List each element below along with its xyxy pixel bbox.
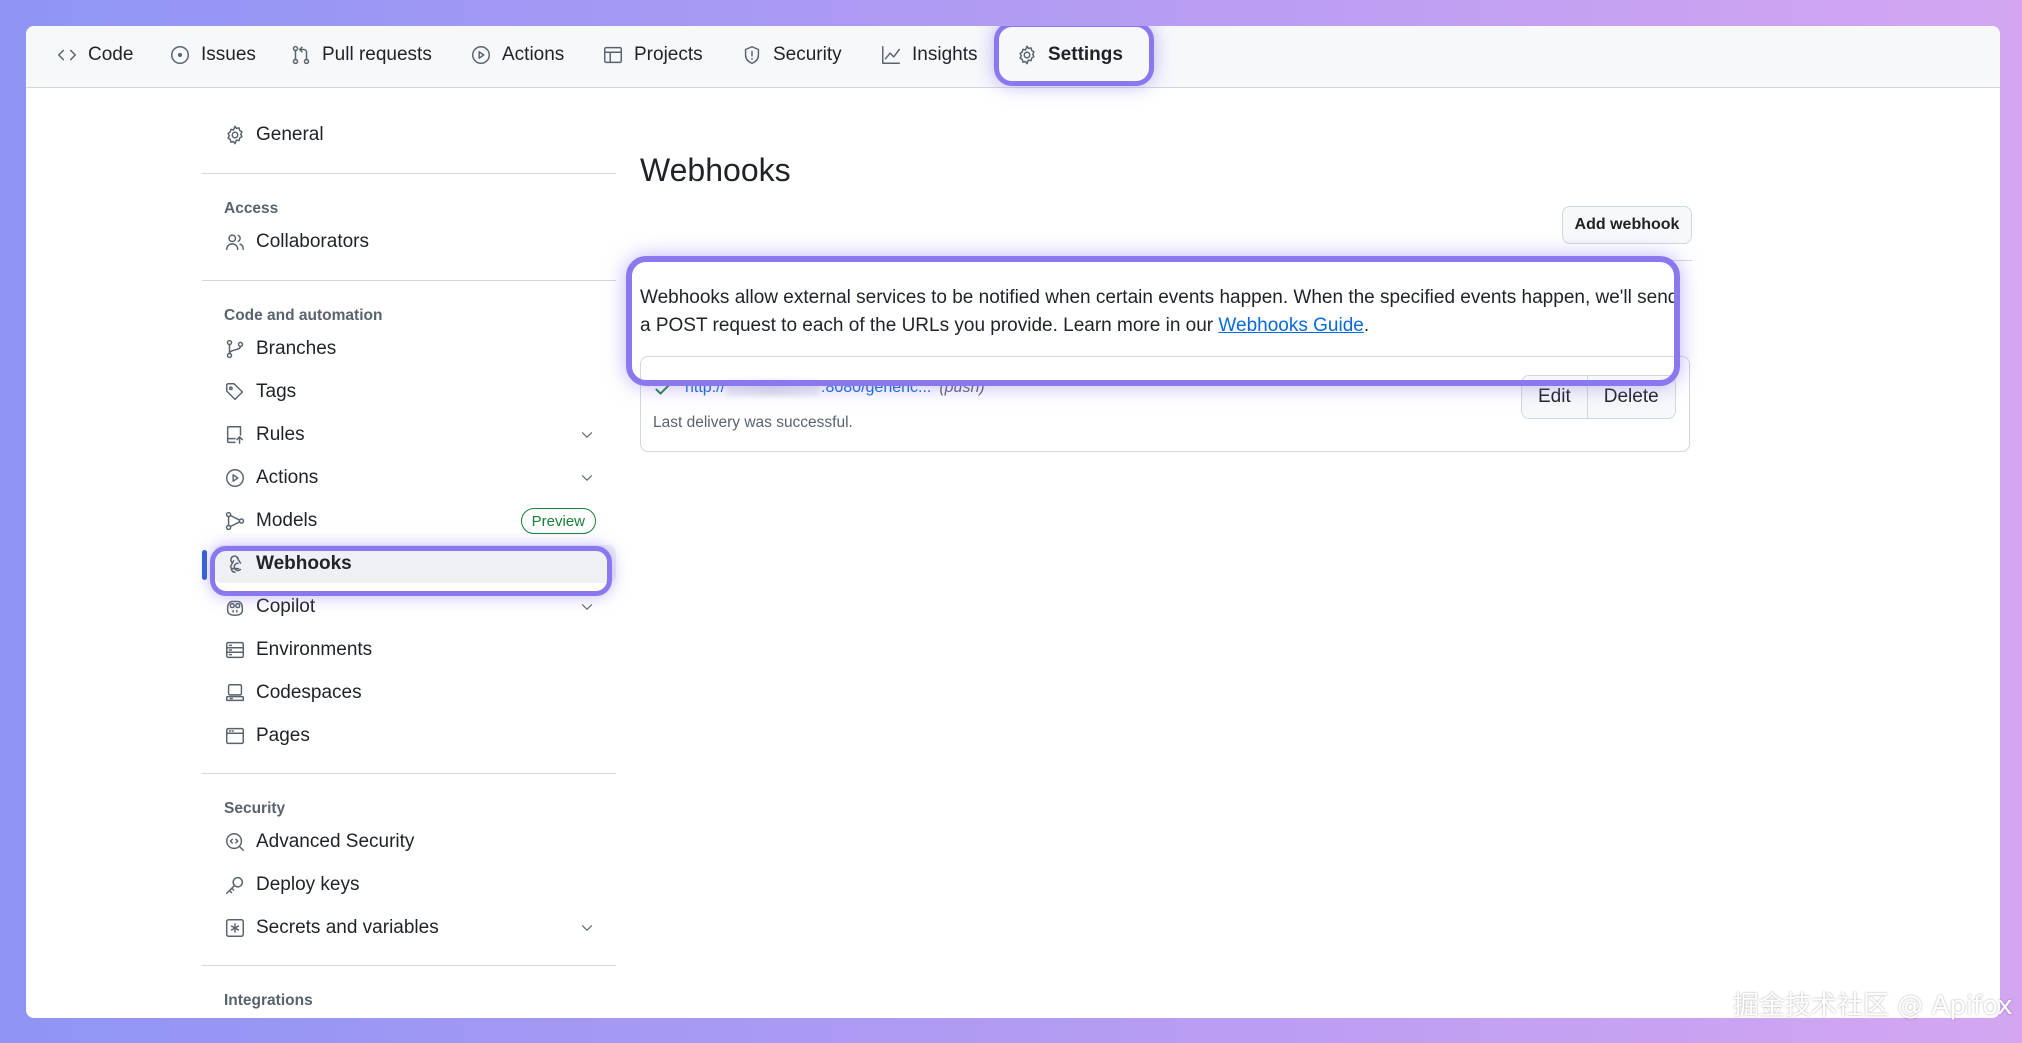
- shield-icon: [744, 46, 760, 64]
- sidebar-item-label: Codespaces: [256, 682, 362, 703]
- repo-push-icon: [226, 426, 244, 444]
- sidebar-item-label: General: [256, 124, 324, 145]
- code-scan-icon: [226, 833, 244, 851]
- webhook-status: Last delivery was successful.: [653, 414, 853, 431]
- sidebar-item-label: Actions: [256, 467, 319, 488]
- sidebar-item-branches[interactable]: Branches: [202, 330, 616, 368]
- tab-pull-requests[interactable]: Pull requests: [290, 40, 432, 70]
- settings-tab-highlight: [994, 26, 1154, 86]
- table-icon: [604, 46, 622, 64]
- chevron-down-icon[interactable]: [578, 469, 596, 487]
- play-icon: [472, 46, 490, 64]
- sidebar-item-pages[interactable]: Pages: [202, 717, 616, 755]
- sidebar-item-environments[interactable]: Environments: [202, 631, 616, 669]
- sidebar-item-codespaces[interactable]: Codespaces: [202, 674, 616, 712]
- issue-icon: [171, 46, 189, 64]
- section-heading-code-automation: Code and automation: [224, 307, 383, 324]
- graph-icon: [882, 46, 900, 64]
- tab-issues[interactable]: Issues: [169, 40, 256, 70]
- preview-badge: Preview: [520, 508, 596, 534]
- browser-window: Code Issues Pull requests Actions Projec…: [26, 26, 2000, 1018]
- sidebar-item-models[interactable]: Models Preview: [202, 502, 616, 540]
- tab-code[interactable]: Code: [56, 40, 133, 70]
- branch-icon: [226, 339, 244, 359]
- sidebar-item-advanced-security[interactable]: Advanced Security: [202, 823, 616, 861]
- repo-nav: Code Issues Pull requests Actions Projec…: [26, 26, 2000, 88]
- divider: [202, 965, 616, 966]
- sidebar-item-collaborators[interactable]: Collaborators: [202, 223, 616, 261]
- chevron-down-icon[interactable]: [578, 598, 596, 616]
- tab-label: Security: [773, 44, 842, 65]
- sidebar-item-deploy-keys[interactable]: Deploy keys: [202, 866, 616, 904]
- tab-label: Pull requests: [322, 44, 432, 65]
- page-title: Webhooks: [640, 152, 791, 188]
- divider: [202, 280, 616, 281]
- sidebar-item-label: Branches: [256, 338, 337, 359]
- key-icon: [226, 876, 244, 894]
- code-icon: [58, 49, 76, 61]
- copilot-icon: [226, 600, 244, 616]
- sidebar-item-label: Collaborators: [256, 231, 369, 252]
- webhook-card-highlight: [626, 256, 1680, 386]
- sidebar-item-label: Copilot: [256, 596, 316, 617]
- tab-projects[interactable]: Projects: [602, 40, 703, 70]
- section-heading-access: Access: [224, 200, 279, 217]
- selected-indicator: [202, 550, 207, 580]
- sidebar-item-label: Pages: [256, 725, 310, 746]
- sidebar-item-label: Secrets and variables: [256, 917, 439, 938]
- sidebar-item-secrets[interactable]: Secrets and variables: [202, 909, 616, 947]
- add-webhook-button[interactable]: Add webhook: [1562, 206, 1692, 244]
- codespaces-icon: [226, 684, 244, 702]
- tab-label: Actions: [502, 44, 565, 65]
- tab-label: Projects: [634, 44, 703, 65]
- browser-icon: [226, 727, 244, 745]
- models-icon: [225, 511, 245, 531]
- chevron-down-icon[interactable]: [578, 919, 596, 937]
- section-heading-security: Security: [224, 800, 286, 817]
- chevron-down-icon[interactable]: [578, 426, 596, 444]
- sidebar-item-label: Environments: [256, 639, 373, 660]
- sidebar-item-label: Models: [256, 510, 318, 531]
- tab-label: Issues: [201, 44, 256, 65]
- section-heading-integrations: Integrations: [224, 992, 313, 1009]
- play-icon: [226, 469, 244, 487]
- webhooks-item-highlight: [210, 546, 612, 596]
- server-icon: [226, 641, 244, 659]
- tab-label: Code: [88, 44, 134, 65]
- sidebar-item-label: Rules: [256, 424, 305, 445]
- watermark: 掘金技术社区 @ Apifox: [1733, 991, 2013, 1021]
- sidebar-item-label: Tags: [256, 381, 297, 402]
- sidebar-item-label: Advanced Security: [256, 831, 415, 852]
- tab-security[interactable]: Security: [741, 40, 842, 70]
- tab-label: Insights: [912, 44, 978, 65]
- divider: [202, 173, 616, 174]
- divider: [202, 773, 616, 774]
- tag-icon: [226, 383, 244, 401]
- gear-icon: [227, 125, 243, 145]
- people-icon: [226, 234, 244, 251]
- sidebar-item-rules[interactable]: Rules: [202, 416, 616, 454]
- tab-insights[interactable]: Insights: [880, 40, 977, 70]
- sidebar-item-general[interactable]: General: [202, 116, 616, 154]
- sidebar-item-tags[interactable]: Tags: [202, 373, 616, 411]
- asterisk-icon: [226, 919, 244, 937]
- sidebar-item-actions[interactable]: Actions: [202, 459, 616, 497]
- pull-request-icon: [292, 45, 310, 65]
- tab-actions[interactable]: Actions: [470, 40, 564, 70]
- sidebar-item-label: Deploy keys: [256, 874, 360, 895]
